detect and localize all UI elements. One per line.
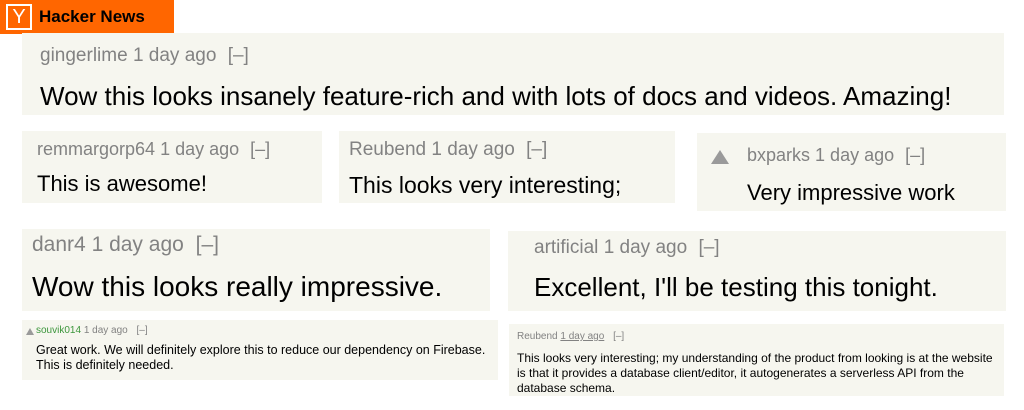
comment-card: danr4 1 day ago [–] Wow this looks reall…	[22, 229, 490, 311]
comment-meta: gingerlime 1 day ago [–]	[40, 45, 1004, 67]
upvote-arrow-icon[interactable]	[711, 150, 729, 164]
comment-meta: souvik014 1 day ago [–]	[36, 325, 498, 336]
comment-user[interactable]: remmargorp64	[37, 139, 155, 159]
comment-text: Wow this looks really impressive.	[32, 271, 443, 302]
comment-card: artificial 1 day ago [–] Excellent, I'll…	[508, 231, 1006, 311]
comment-user[interactable]: danr4	[32, 233, 86, 256]
comment-text: Great work. We will definitely explore t…	[36, 343, 486, 372]
comment-card: Reubend 1 day ago [–] This looks very in…	[509, 324, 1004, 396]
comment-user[interactable]: Reubend	[349, 139, 426, 160]
comment-age[interactable]: 1 day ago	[815, 145, 894, 165]
comment-age[interactable]: 1 day ago	[431, 139, 514, 160]
collapse-toggle[interactable]: [–]	[250, 139, 270, 159]
comment-text: Very impressive work	[747, 180, 955, 205]
comment-age[interactable]: 1 day ago	[160, 139, 239, 159]
comment-user[interactable]: gingerlime	[40, 45, 128, 66]
comment-meta: danr4 1 day ago [–]	[32, 233, 490, 257]
comment-user[interactable]: souvik014	[36, 325, 81, 336]
comment-card: remmargorp64 1 day ago [–] This is aweso…	[22, 131, 322, 203]
comment-card: gingerlime 1 day ago [–] Wow this looks …	[22, 33, 1004, 115]
comment-age[interactable]: 1 day ago	[560, 331, 604, 342]
collapse-toggle[interactable]: [–]	[526, 139, 547, 160]
comment-meta: artificial 1 day ago [–]	[534, 237, 1006, 259]
comment-card: souvik014 1 day ago [–] Great work. We w…	[22, 320, 498, 380]
hn-logo-icon[interactable]: Y	[6, 4, 32, 30]
comment-age[interactable]: 1 day ago	[84, 325, 128, 336]
site-title[interactable]: Hacker News	[39, 7, 145, 27]
comment-user[interactable]: bxparks	[747, 145, 810, 165]
comment-meta: Reubend 1 day ago [–]	[517, 331, 1004, 342]
comment-card: bxparks 1 day ago [–] Very impressive wo…	[697, 133, 1006, 211]
comment-text: Excellent, I'll be testing this tonight.	[534, 272, 938, 302]
comment-age[interactable]: 1 day ago	[133, 45, 216, 66]
comment-text: This is awesome!	[37, 171, 207, 196]
collapse-toggle[interactable]: [–]	[137, 325, 148, 336]
comment-meta: Reubend 1 day ago [–]	[349, 139, 675, 161]
comment-card: Reubend 1 day ago [–] This looks very in…	[339, 131, 675, 203]
comment-user[interactable]: artificial	[534, 237, 598, 258]
comment-user[interactable]: Reubend	[517, 331, 558, 342]
comment-text: This looks very interesting; my understa…	[517, 351, 993, 395]
collapse-toggle[interactable]: [–]	[905, 145, 925, 165]
upvote-arrow-icon[interactable]	[26, 328, 34, 335]
comment-text: This looks very interesting;	[349, 172, 622, 198]
collapse-toggle[interactable]: [–]	[196, 233, 219, 256]
comment-text: Wow this looks insanely feature-rich and…	[40, 81, 952, 111]
comment-age[interactable]: 1 day ago	[92, 233, 184, 256]
collapse-toggle[interactable]: [–]	[613, 331, 624, 342]
comment-meta: remmargorp64 1 day ago [–]	[37, 139, 322, 160]
site-header: Y Hacker News	[0, 0, 174, 34]
collapse-toggle[interactable]: [–]	[698, 237, 719, 258]
comment-age[interactable]: 1 day ago	[604, 237, 687, 258]
comment-meta: bxparks 1 day ago [–]	[747, 145, 1006, 166]
collapse-toggle[interactable]: [–]	[228, 45, 249, 66]
